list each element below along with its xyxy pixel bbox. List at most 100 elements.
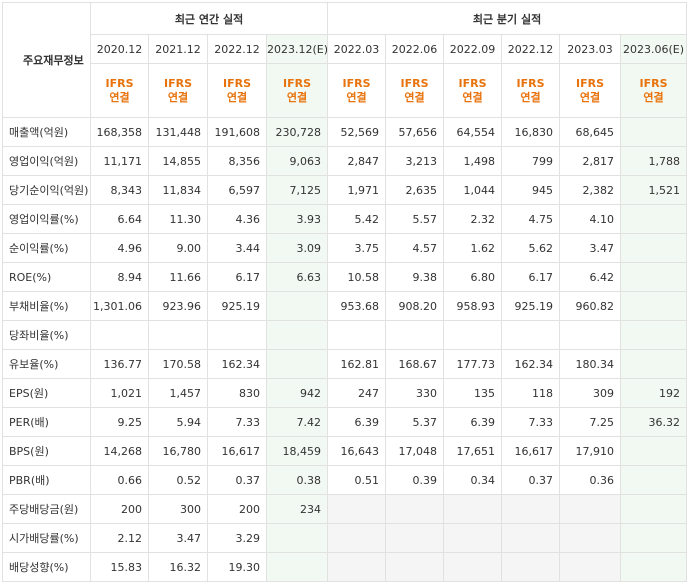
metric-value: 68,645: [559, 117, 622, 147]
metric-value: [385, 494, 445, 524]
metric-value: 17,910: [559, 436, 622, 466]
metric-value: 0.66: [90, 465, 149, 495]
metric-value: 1,301.06: [90, 291, 149, 321]
metric-value: 2.32: [443, 204, 503, 234]
period-header: 2022.12: [501, 34, 561, 64]
metric-value: 6.64: [90, 204, 149, 234]
accounting-type-header: IFRS 연결: [207, 63, 267, 118]
accounting-type-line: 연결: [643, 90, 664, 104]
metric-value: 9.00: [148, 233, 208, 263]
table-row: 당기순이익(억원) 8,343 11,834 6,597 7,125 1,971 2,635…: [2, 175, 688, 205]
metric-value: 1,044: [443, 175, 503, 205]
table-row: PER(배) 9.25 5.94 7.33 7.42 6.39 5.37 6.39 7.33 7.…: [2, 407, 688, 437]
metric-value: [327, 494, 387, 524]
period-header: 2023.03: [559, 34, 622, 64]
table-row: 영업이익률(%) 6.64 11.30 4.36 3.93 5.42 5.57 2.32 4.7…: [2, 204, 688, 234]
metric-value: 200: [207, 494, 267, 524]
metric-value: 9.25: [90, 407, 149, 437]
metric-value: [265, 552, 329, 582]
metric-label: 시가배당률(%): [2, 523, 91, 553]
metric-value: 2,382: [559, 175, 622, 205]
accounting-type-header: IFRS 연결: [443, 63, 503, 118]
metric-value: 0.37: [207, 465, 267, 495]
metric-value: 14,855: [148, 146, 208, 176]
table-row: 배당성향(%) 15.83 16.32 19.30: [2, 552, 688, 582]
metric-value: 6.39: [443, 407, 503, 437]
metric-value: [501, 552, 561, 582]
metric-value: [559, 494, 622, 524]
metric-label: PER(배): [2, 407, 91, 437]
header-row-periods: 2020.12 2021.12 2022.12 2023.12(E) 2022.03 20…: [3, 34, 688, 64]
period-header: 2023.12(E): [265, 34, 329, 64]
metric-value: 3.44: [207, 233, 267, 263]
metric-value: 9,063: [265, 146, 329, 176]
metric-value: 170.58: [148, 349, 208, 379]
metric-label: PBR(배): [2, 465, 91, 495]
accounting-type-line: 연결: [167, 90, 189, 104]
metric-value: [443, 552, 503, 582]
metric-value: [501, 523, 561, 553]
metric-value: 17,048: [385, 436, 445, 466]
metric-value: [265, 349, 329, 379]
metric-value: [385, 552, 445, 582]
metric-value: 7.33: [501, 407, 561, 437]
metric-value: [620, 117, 688, 147]
metric-value: 908.20: [385, 291, 445, 321]
table-row: 매출액(억원) 168,358 131,448 191,608 230,728 52,56…: [2, 117, 688, 147]
metric-value: 5.57: [385, 204, 445, 234]
table-row: 당좌비율(%): [2, 320, 688, 350]
metric-value: 3.09: [265, 233, 329, 263]
metric-label: 당좌비율(%): [2, 320, 91, 350]
accounting-type-line: 연결: [226, 90, 248, 104]
metric-value: 9.38: [385, 262, 445, 292]
metric-value: [443, 494, 503, 524]
table-row: 부채비율(%) 1,301.06 923.96 925.19 953.68 908.20 9…: [2, 291, 688, 321]
metric-label: ROE(%): [2, 262, 91, 292]
metric-label: 영업이익률(%): [2, 204, 91, 234]
metric-value: 15.83: [90, 552, 149, 582]
metric-value: 4.36: [207, 204, 267, 234]
accounting-type-line: IFRS: [164, 76, 192, 90]
metric-label: 주당배당금(원): [2, 494, 91, 524]
metric-value: 3.29: [207, 523, 267, 553]
metric-value: [620, 291, 688, 321]
metric-value: 64,554: [443, 117, 503, 147]
metric-value: 953.68: [327, 291, 387, 321]
metric-value: 177.73: [443, 349, 503, 379]
metric-value: 1.62: [443, 233, 503, 263]
metric-value: 3.47: [148, 523, 208, 553]
accounting-type-line: IFRS: [516, 76, 545, 90]
accounting-type-line: 연결: [579, 90, 601, 104]
accounting-type-header: IFRS 연결: [559, 63, 622, 118]
metric-value: 16,830: [501, 117, 561, 147]
quarter-header: 최근 분기 실적: [327, 2, 688, 35]
metric-value: 0.38: [265, 465, 329, 495]
metric-label: 매출액(억원): [2, 117, 91, 147]
metric-value: [265, 523, 329, 553]
metric-value: 7.25: [559, 407, 622, 437]
metric-value: [620, 262, 688, 292]
metric-value: 162.81: [327, 349, 387, 379]
metric-label: BPS(원): [2, 436, 91, 466]
table-body: 매출액(억원) 168,358 131,448 191,608 230,728 52,56…: [2, 117, 688, 582]
metric-value: 10.58: [327, 262, 387, 292]
metric-value: [385, 320, 445, 350]
metric-value: 6.80: [443, 262, 503, 292]
metric-value: [620, 436, 688, 466]
financial-summary-table: 주요재무정보 최근 연간 실적 최근 분기 실적 2020.12 2021.12 2…: [2, 2, 688, 582]
annual-header: 최근 연간 실적: [89, 2, 329, 35]
metric-value: 16,780: [148, 436, 208, 466]
metric-value: 3.75: [327, 233, 387, 263]
accounting-type-line: IFRS: [639, 76, 668, 90]
metric-value: [559, 552, 622, 582]
metric-value: [559, 320, 622, 350]
accounting-type-header: IFRS 연결: [385, 63, 445, 118]
accounting-type-header: IFRS 연결: [148, 63, 208, 118]
metric-value: 168,358: [90, 117, 149, 147]
period-header: 2022.12: [207, 34, 267, 64]
metric-value: 6.17: [207, 262, 267, 292]
metric-value: 191,608: [207, 117, 267, 147]
metric-value: [265, 320, 329, 350]
metric-value: 7,125: [265, 175, 329, 205]
accounting-type-header: IFRS 연결: [620, 63, 688, 118]
